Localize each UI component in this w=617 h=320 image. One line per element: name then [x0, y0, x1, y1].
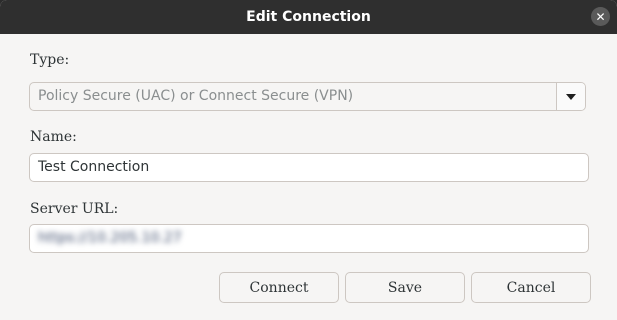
- save-button[interactable]: Save: [345, 272, 465, 303]
- server-url-field[interactable]: https://10.205.10.27: [29, 224, 589, 253]
- type-dropdown-button[interactable]: [556, 83, 585, 110]
- type-combobox[interactable]: Policy Secure (UAC) or Connect Secure (V…: [29, 82, 586, 111]
- name-value: Test Connection: [38, 159, 150, 175]
- window-title: Edit Connection: [246, 9, 371, 25]
- type-selected-value: Policy Secure (UAC) or Connect Secure (V…: [38, 88, 354, 104]
- edit-connection-dialog: Edit Connection ✕ Type: Policy Secure (U…: [0, 0, 617, 320]
- name-label: Name:: [30, 129, 77, 145]
- close-icon: ✕: [595, 9, 606, 24]
- cancel-button[interactable]: Cancel: [471, 272, 591, 303]
- name-field[interactable]: Test Connection: [29, 153, 589, 182]
- chevron-down-icon: [566, 93, 576, 100]
- close-button[interactable]: ✕: [591, 7, 610, 26]
- titlebar: Edit Connection ✕: [0, 0, 617, 34]
- server-url-value: https://10.205.10.27: [38, 230, 182, 246]
- connect-button[interactable]: Connect: [219, 272, 339, 303]
- server-url-label: Server URL:: [30, 201, 119, 217]
- type-label: Type:: [30, 52, 70, 68]
